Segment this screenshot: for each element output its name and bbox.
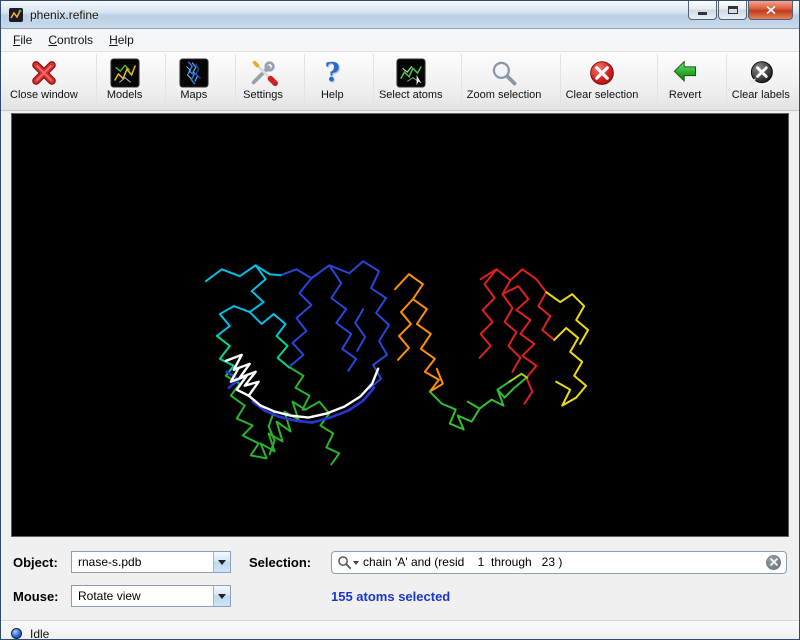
minimize-button[interactable] bbox=[688, 1, 717, 20]
close-button[interactable] bbox=[748, 1, 793, 20]
toolbar: Close window Models bbox=[1, 52, 799, 111]
window-controls bbox=[687, 1, 793, 20]
toolbar-label: Maps bbox=[180, 89, 207, 101]
settings-button[interactable]: Settings bbox=[235, 54, 291, 108]
zoom-selection-button[interactable]: Zoom selection bbox=[461, 54, 547, 108]
toolbar-label: Settings bbox=[243, 89, 283, 101]
toolbar-label: Close window bbox=[10, 89, 78, 101]
maximize-icon bbox=[728, 6, 738, 14]
atoms-selected-status: 155 atoms selected bbox=[331, 589, 450, 604]
select-atoms-icon bbox=[395, 57, 427, 88]
clear-labels-icon bbox=[745, 57, 777, 88]
search-icon[interactable] bbox=[337, 555, 359, 570]
object-row: Object: rnase-s.pdb Selection: bbox=[13, 550, 787, 574]
toolbar-label: Clear selection bbox=[566, 89, 639, 101]
status-bar: Idle bbox=[1, 620, 799, 640]
molecule-render bbox=[12, 114, 788, 536]
mouse-mode-dropdown[interactable]: Rotate view bbox=[71, 585, 231, 607]
zoom-selection-icon bbox=[488, 57, 520, 88]
window-title: phenix.refine bbox=[30, 8, 687, 22]
models-button[interactable]: Models bbox=[96, 54, 152, 108]
close-window-button[interactable]: Close window bbox=[5, 54, 83, 108]
title-bar: phenix.refine bbox=[1, 1, 799, 29]
toolbar-label: Clear labels bbox=[732, 89, 790, 101]
toolbar-label: Select atoms bbox=[379, 89, 443, 101]
clear-selection-icon bbox=[586, 57, 618, 88]
status-indicator-icon bbox=[11, 628, 22, 639]
mouse-row: Mouse: Rotate view 155 atoms selected bbox=[13, 584, 787, 608]
clear-labels-button[interactable]: Clear labels bbox=[726, 54, 795, 108]
object-label: Object: bbox=[13, 555, 71, 570]
help-icon: ? bbox=[316, 57, 348, 88]
settings-icon bbox=[247, 57, 279, 88]
app-window: phenix.refine File Controls Help Close w… bbox=[0, 0, 800, 640]
toolbar-label: Models bbox=[107, 89, 142, 101]
mouse-mode-value: Rotate view bbox=[72, 589, 213, 603]
maps-button[interactable]: Maps bbox=[165, 54, 221, 108]
menu-help[interactable]: Help bbox=[101, 30, 142, 50]
close-icon bbox=[766, 6, 776, 14]
menu-controls[interactable]: Controls bbox=[40, 30, 101, 50]
chevron-down-icon bbox=[213, 552, 230, 572]
minimize-icon bbox=[698, 12, 707, 15]
mouse-label: Mouse: bbox=[13, 589, 71, 604]
selection-search-box[interactable] bbox=[331, 551, 787, 574]
models-icon bbox=[109, 57, 141, 88]
chevron-down-icon bbox=[213, 586, 230, 606]
revert-icon bbox=[669, 57, 701, 88]
app-icon bbox=[8, 7, 24, 23]
clear-input-icon[interactable] bbox=[766, 555, 781, 570]
toolbar-label: Help bbox=[321, 89, 344, 101]
menu-file[interactable]: File bbox=[5, 30, 40, 50]
object-dropdown[interactable]: rnase-s.pdb bbox=[71, 551, 231, 573]
selection-label: Selection: bbox=[249, 555, 331, 570]
status-text: Idle bbox=[30, 627, 49, 640]
maps-icon bbox=[178, 57, 210, 88]
clear-selection-button[interactable]: Clear selection bbox=[560, 54, 644, 108]
control-panel: Object: rnase-s.pdb Selection: bbox=[1, 541, 799, 620]
close-window-icon bbox=[28, 57, 60, 88]
molecule-viewport[interactable] bbox=[11, 113, 789, 537]
menu-bar: File Controls Help bbox=[1, 29, 799, 52]
maximize-button[interactable] bbox=[718, 1, 747, 20]
selection-input[interactable] bbox=[359, 555, 766, 569]
help-button[interactable]: ? Help bbox=[304, 54, 360, 108]
revert-button[interactable]: Revert bbox=[657, 54, 713, 108]
toolbar-label: Zoom selection bbox=[467, 89, 542, 101]
object-dropdown-value: rnase-s.pdb bbox=[72, 555, 213, 569]
viewport-frame bbox=[1, 111, 799, 541]
select-atoms-button[interactable]: Select atoms bbox=[373, 54, 448, 108]
toolbar-label: Revert bbox=[669, 89, 701, 101]
